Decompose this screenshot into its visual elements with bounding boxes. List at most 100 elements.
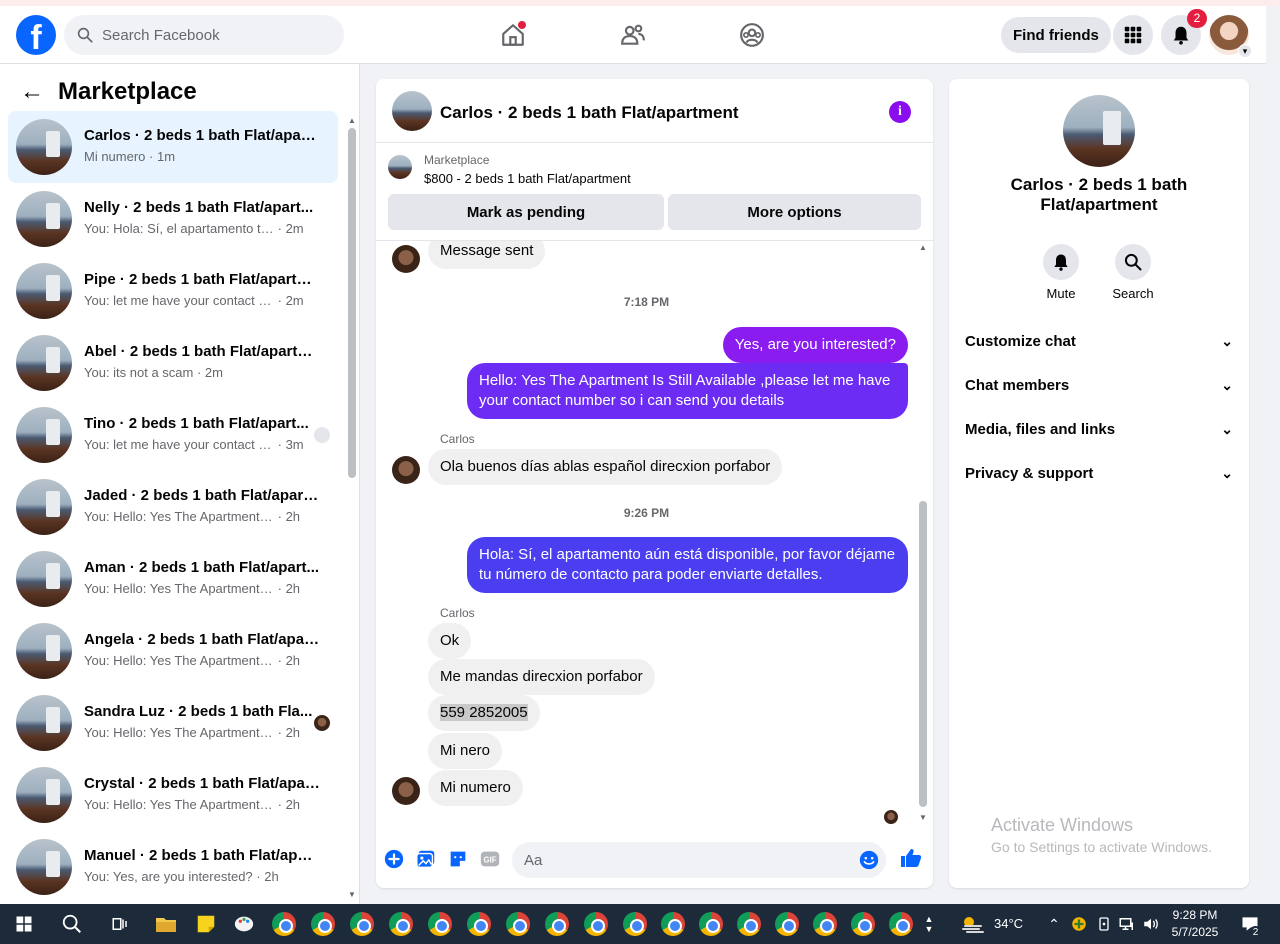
- chrome-profile-10[interactable]: [619, 904, 651, 944]
- chrome-profile-14[interactable]: [771, 904, 803, 944]
- chrome-profile-15[interactable]: [809, 904, 841, 944]
- conversation-item[interactable]: Abel · 2 beds 1 bath Flat/apartm... You:…: [8, 327, 338, 399]
- back-arrow-icon[interactable]: ←: [20, 78, 44, 106]
- file-explorer-button[interactable]: [150, 904, 182, 944]
- conversation-item[interactable]: Carlos · 2 beds 1 bath Flat/apart... Mi …: [8, 111, 338, 183]
- chrome-icon: [737, 912, 761, 936]
- scrollbar-thumb[interactable]: [919, 501, 927, 807]
- section-label: Media, files and links: [965, 420, 1116, 438]
- conversation-item[interactable]: Aman · 2 beds 1 bath Flat/apart... You: …: [8, 543, 338, 615]
- chrome-profile-13[interactable]: [733, 904, 765, 944]
- search-in-chat-button[interactable]: Search: [1098, 244, 1168, 301]
- chrome-profile-5[interactable]: [424, 904, 456, 944]
- chrome-profile-3[interactable]: [346, 904, 378, 944]
- conversation-item[interactable]: Tino · 2 beds 1 bath Flat/apart... You: …: [8, 399, 338, 471]
- chrome-profile-11[interactable]: [657, 904, 689, 944]
- message-input-wrapper[interactable]: [512, 842, 886, 878]
- privacy-support-section[interactable]: Privacy & support ⌄: [965, 455, 1233, 491]
- photo-icon[interactable]: [415, 848, 437, 870]
- listing-thumbnail: [16, 767, 72, 823]
- sticky-notes-button[interactable]: [190, 904, 222, 944]
- gif-icon[interactable]: GIF: [479, 848, 501, 870]
- friends-tab[interactable]: [616, 18, 650, 52]
- page-scrollbar[interactable]: [1266, 64, 1280, 904]
- customize-chat-section[interactable]: Customize chat ⌄: [965, 323, 1233, 359]
- like-icon[interactable]: [899, 846, 923, 870]
- chrome-profile-8[interactable]: [541, 904, 573, 944]
- find-friends-button[interactable]: Find friends: [1001, 17, 1111, 53]
- profile-avatar[interactable]: ▾: [1209, 15, 1252, 58]
- emoji-icon[interactable]: [858, 849, 880, 871]
- start-button[interactable]: [0, 904, 48, 944]
- message-bubble[interactable]: Message sent: [428, 241, 546, 269]
- conversation-item[interactable]: Manuel · 2 beds 1 bath Flat/apar... You:…: [8, 831, 338, 903]
- conversation-item[interactable]: Crystal · 2 beds 1 bath Flat/apart... Yo…: [8, 759, 338, 831]
- scroll-down-icon[interactable]: ▼: [348, 890, 356, 899]
- conversation-item[interactable]: Pipe · 2 beds 1 bath Flat/apartm... You:…: [8, 255, 338, 327]
- show-hidden-icons-button[interactable]: ⌃: [1044, 904, 1064, 944]
- thread-scrollbar[interactable]: ▲ ▼: [917, 241, 929, 825]
- chrome-profile-9[interactable]: [580, 904, 612, 944]
- chat-members-section[interactable]: Chat members ⌄: [965, 367, 1233, 403]
- chat-avatar[interactable]: [392, 91, 432, 131]
- conversation-item[interactable]: Sandra Luz · 2 beds 1 bath Fla... You: H…: [8, 687, 338, 759]
- conversation-item[interactable]: Angela · 2 beds 1 bath Flat/apart... You…: [8, 615, 338, 687]
- facebook-logo[interactable]: f: [16, 15, 56, 55]
- network-button[interactable]: [1116, 904, 1138, 944]
- volume-button[interactable]: [1140, 904, 1162, 944]
- tray-app-button[interactable]: [1068, 904, 1090, 944]
- home-tab[interactable]: [496, 18, 530, 52]
- device-tray-button[interactable]: [1094, 904, 1114, 944]
- conversation-name: Abel · 2 beds 1 bath Flat/apartm...: [84, 343, 320, 360]
- action-center-button[interactable]: 2: [1236, 904, 1264, 944]
- selected-text[interactable]: 559 2852005: [440, 704, 528, 721]
- message-bubble[interactable]: Me mandas direcxion porfabor: [428, 659, 655, 695]
- read-receipt-avatar: [884, 810, 898, 824]
- message-bubble[interactable]: Ola buenos días ablas español direcxion …: [428, 449, 783, 485]
- taskbar-scroll-button[interactable]: ▲ ▼: [920, 904, 938, 944]
- chrome-profile-4[interactable]: [385, 904, 417, 944]
- conversation-item[interactable]: Jaded · 2 beds 1 bath Flat/apart... You:…: [8, 471, 338, 543]
- message-bubble[interactable]: Hola: Sí, el apartamento aún está dispon…: [467, 537, 908, 593]
- chrome-profile-17[interactable]: [885, 904, 917, 944]
- sticker-icon[interactable]: [447, 848, 469, 870]
- chrome-profile-7[interactable]: [502, 904, 534, 944]
- chrome-profile-2[interactable]: [307, 904, 339, 944]
- scroll-up-icon[interactable]: ▲: [919, 243, 927, 252]
- conversation-scrollbar[interactable]: ▲ ▼: [345, 114, 357, 904]
- mute-button[interactable]: Mute: [1026, 244, 1096, 301]
- search-bar[interactable]: [64, 15, 344, 55]
- scrollbar-thumb[interactable]: [348, 128, 356, 478]
- groups-tab[interactable]: [735, 18, 769, 52]
- chrome-profile-12[interactable]: [695, 904, 727, 944]
- conversation-item[interactable]: Nelly · 2 beds 1 bath Flat/apart... You:…: [8, 183, 338, 255]
- chrome-profile-6[interactable]: [463, 904, 495, 944]
- weather-widget[interactable]: [958, 904, 988, 944]
- chrome-profile-1[interactable]: [268, 904, 300, 944]
- message-bubble[interactable]: Mi nero: [428, 733, 503, 769]
- search-input[interactable]: [102, 26, 322, 44]
- message-bubble[interactable]: Yes, are you interested?: [722, 327, 908, 363]
- message-bubble[interactable]: Ok: [428, 623, 472, 659]
- message-bubble[interactable]: Mi numero: [428, 770, 523, 806]
- message-bubble[interactable]: 559 2852005: [428, 695, 540, 731]
- plus-icon[interactable]: [383, 848, 405, 870]
- mark-as-pending-button[interactable]: Mark as pending: [388, 194, 664, 230]
- scroll-down-icon[interactable]: ▼: [919, 813, 927, 822]
- paint-app-button[interactable]: [228, 904, 260, 944]
- info-icon[interactable]: i: [889, 101, 911, 123]
- chevron-down-icon: ▾: [1238, 44, 1252, 58]
- scroll-up-icon[interactable]: ▲: [348, 116, 356, 125]
- media-files-links-section[interactable]: Media, files and links ⌄: [965, 411, 1233, 447]
- chat-title[interactable]: Carlos · 2 beds 1 bath Flat/apartment: [440, 103, 739, 123]
- taskbar-clock[interactable]: 9:28 PM 5/7/2025: [1160, 907, 1230, 941]
- task-view-button[interactable]: [104, 904, 136, 944]
- notifications-button[interactable]: 2: [1161, 9, 1207, 55]
- chrome-profile-16[interactable]: [847, 904, 879, 944]
- message-bubble[interactable]: Hello: Yes The Apartment Is Still Availa…: [467, 363, 908, 419]
- more-options-button[interactable]: More options: [668, 194, 921, 230]
- menu-button[interactable]: [1113, 15, 1153, 55]
- chat-info-avatar[interactable]: [1063, 95, 1135, 167]
- taskbar-search-button[interactable]: [56, 904, 88, 944]
- message-input[interactable]: [524, 842, 844, 878]
